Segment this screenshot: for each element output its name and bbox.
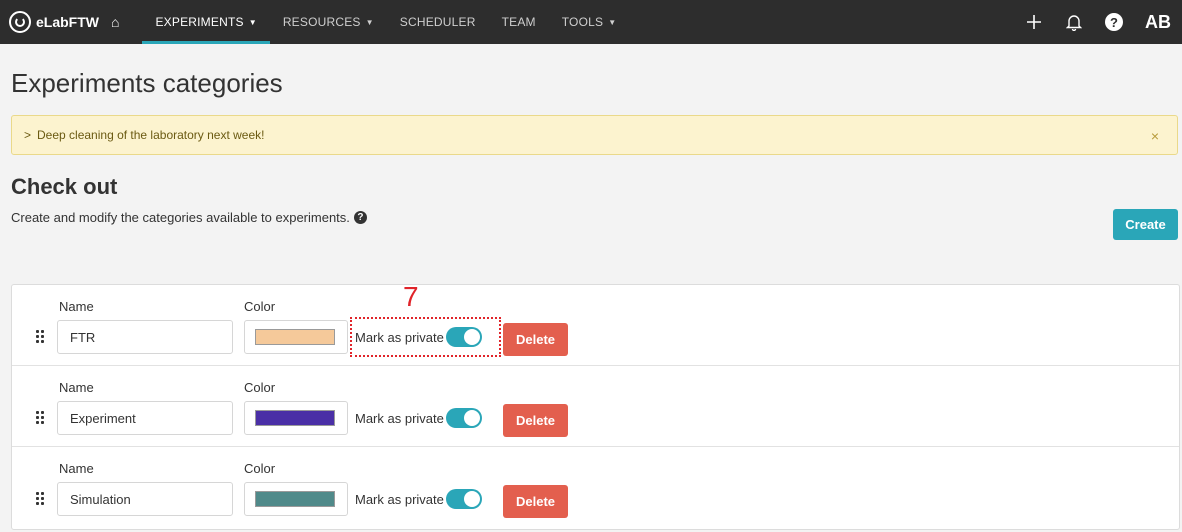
list-item: Name Color Mark as private Delete xyxy=(12,285,1179,366)
brand-name: eLabFTW xyxy=(36,14,99,30)
private-label: Mark as private xyxy=(355,491,444,507)
color-picker[interactable] xyxy=(244,401,348,435)
annotation-marker: 7 xyxy=(403,281,419,312)
home-icon[interactable]: ⌂ xyxy=(111,14,119,30)
delete-button[interactable]: Delete xyxy=(503,485,568,518)
list-item: Name Color Mark as private Delete xyxy=(12,366,1179,447)
caret-down-icon: ▼ xyxy=(608,17,617,27)
private-label: Mark as private xyxy=(355,329,444,345)
nav-experiments-label: EXPERIMENTS xyxy=(155,15,244,29)
name-label: Name xyxy=(59,299,94,314)
plus-icon[interactable] xyxy=(1014,0,1054,44)
create-button[interactable]: Create xyxy=(1113,209,1178,240)
category-name-input[interactable] xyxy=(57,401,233,435)
toggle-switch[interactable] xyxy=(445,489,482,509)
nav-team[interactable]: TEAM xyxy=(489,0,549,44)
help-button[interactable]: ? xyxy=(1094,0,1134,44)
color-swatch xyxy=(255,491,335,507)
color-swatch xyxy=(255,410,335,426)
elabftw-logo-icon xyxy=(9,11,31,33)
page-title: Experiments categories xyxy=(11,68,283,98)
question-icon[interactable]: ? xyxy=(353,211,367,224)
delete-button[interactable]: Delete xyxy=(503,323,568,356)
nav-tools-label: TOOLS xyxy=(561,15,604,29)
bell-icon[interactable] xyxy=(1054,0,1094,44)
nav-team-label: TEAM xyxy=(501,15,536,29)
avatar[interactable]: AB xyxy=(1134,12,1182,33)
nav-actions: ? AB xyxy=(1014,0,1182,44)
category-name-input[interactable] xyxy=(57,320,233,354)
color-label: Color xyxy=(244,380,276,395)
announcement-alert: > Deep cleaning of the laboratory next w… xyxy=(11,115,1178,155)
top-navbar: eLabFTW ⌂ EXPERIMENTS ▼ RESOURCES ▼ SCHEDU… xyxy=(0,0,1182,44)
alert-text: Deep cleaning of the laboratory next wee… xyxy=(37,128,265,142)
section-title: Check out xyxy=(11,174,118,199)
close-icon[interactable]: × xyxy=(1151,128,1159,144)
color-label: Color xyxy=(244,299,276,314)
main-nav: EXPERIMENTS ▼ RESOURCES ▼ SCHEDULER TEAM T… xyxy=(142,0,629,44)
private-toggle[interactable]: Mark as private xyxy=(352,481,499,517)
toggle-switch[interactable] xyxy=(445,408,482,428)
caret-down-icon: ▼ xyxy=(248,17,257,27)
drag-handle-icon[interactable] xyxy=(36,330,44,343)
private-label: Mark as private xyxy=(355,410,444,426)
color-picker[interactable] xyxy=(244,320,348,354)
color-swatch xyxy=(255,329,335,345)
caret-down-icon: ▼ xyxy=(365,17,374,27)
nav-experiments[interactable]: EXPERIMENTS ▼ xyxy=(142,0,271,44)
list-item: Name Color Mark as private Delete xyxy=(12,447,1179,529)
drag-handle-icon[interactable] xyxy=(36,411,44,424)
brand-link[interactable]: eLabFTW xyxy=(9,11,99,33)
question-icon: ? xyxy=(1105,13,1123,31)
nav-scheduler[interactable]: SCHEDULER xyxy=(387,0,489,44)
name-label: Name xyxy=(59,380,94,395)
categories-list: Name Color Mark as private Delete Name C… xyxy=(11,284,1180,530)
chevron-right-icon[interactable]: > xyxy=(24,128,31,142)
drag-handle-icon[interactable] xyxy=(36,492,44,505)
nav-resources-label: RESOURCES xyxy=(282,15,361,29)
color-picker[interactable] xyxy=(244,482,348,516)
section-description: Create and modify the categories availab… xyxy=(11,210,367,225)
private-toggle[interactable]: Mark as private xyxy=(350,317,501,357)
delete-button[interactable]: Delete xyxy=(503,404,568,437)
color-label: Color xyxy=(244,461,276,476)
category-name-input[interactable] xyxy=(57,482,233,516)
nav-resources[interactable]: RESOURCES ▼ xyxy=(270,0,387,44)
nav-tools[interactable]: TOOLS ▼ xyxy=(549,0,630,44)
name-label: Name xyxy=(59,461,94,476)
section-description-text: Create and modify the categories availab… xyxy=(11,210,350,225)
toggle-switch[interactable] xyxy=(445,327,482,347)
private-toggle[interactable]: Mark as private xyxy=(352,400,499,436)
nav-scheduler-label: SCHEDULER xyxy=(399,15,476,29)
